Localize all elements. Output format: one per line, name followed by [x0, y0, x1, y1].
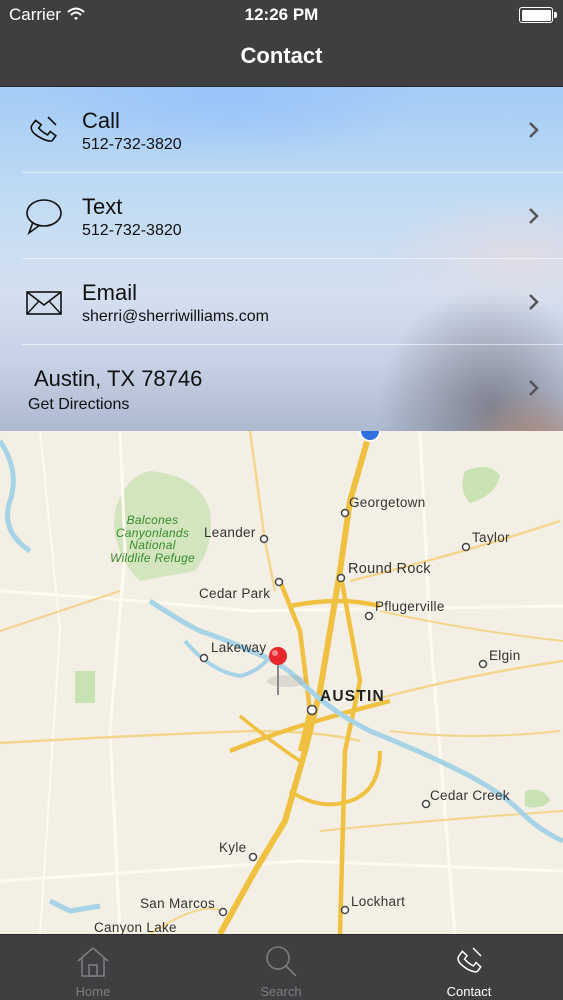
map-label-round-rock: Round Rock: [348, 561, 431, 577]
tab-search-label: Search: [260, 984, 302, 999]
map-label-balcones-refuge: Balcones Canyonlands National Wildlife R…: [109, 513, 196, 565]
map-label-georgetown: Georgetown: [349, 495, 426, 510]
map-label-leander: Leander: [204, 525, 256, 540]
directions-row[interactable]: Austin, TX 78746 Get Directions: [0, 345, 563, 431]
map-label-lakeway: Lakeway: [211, 640, 267, 655]
text-phone-number: 512-732-3820: [82, 222, 182, 239]
page-title: Contact: [240, 43, 323, 68]
get-directions-label: Get Directions: [28, 396, 130, 413]
chevron-right-icon: [527, 293, 541, 311]
email-address: sherri@sherriwilliams.com: [82, 308, 269, 325]
map-label-austin: AUSTIN: [320, 688, 385, 705]
chevron-right-icon: [527, 121, 541, 139]
tab-search[interactable]: Search: [211, 935, 351, 1000]
chat-bubble-icon: [24, 197, 64, 237]
phone-icon: [451, 943, 487, 979]
status-bar: Carrier 12:26 PM: [0, 0, 563, 30]
status-time: 12:26 PM: [244, 5, 319, 24]
map-label-san-marcos: San Marcos: [140, 896, 216, 911]
map-label-kyle: Kyle: [219, 840, 247, 855]
map-label-cedar-creek: Cedar Creek: [430, 788, 510, 803]
tab-home-label: Home: [75, 984, 111, 999]
map-label-pflugerville: Pflugerville: [375, 599, 445, 614]
map-label-canyon-lake: Canyon Lake: [94, 920, 177, 934]
battery-icon: [519, 7, 557, 23]
contact-panel: Call 512-732-3820 Text 512-732-3820 Emai…: [0, 87, 563, 431]
call-label: Call: [82, 108, 120, 133]
search-icon: [263, 943, 299, 979]
map-label-lockhart: Lockhart: [351, 894, 406, 909]
tab-contact[interactable]: Contact: [399, 935, 539, 1000]
call-row[interactable]: Call 512-732-3820: [0, 87, 563, 173]
navigation-bar: Contact: [0, 30, 563, 87]
address-label: Austin, TX 78746: [34, 366, 203, 391]
text-row[interactable]: Text 512-732-3820: [0, 173, 563, 259]
map-pin-icon[interactable]: [266, 645, 290, 702]
email-row[interactable]: Email sherri@sherriwilliams.com: [0, 259, 563, 345]
tab-bar: Home Search Contact: [0, 934, 563, 1000]
tab-contact-label: Contact: [446, 984, 492, 999]
home-icon: [75, 943, 111, 979]
chevron-right-icon: [527, 379, 541, 397]
map-label-taylor: Taylor: [472, 530, 510, 545]
phone-icon: [24, 111, 64, 151]
chevron-right-icon: [527, 207, 541, 225]
map-label-elgin: Elgin: [489, 648, 521, 663]
envelope-icon: [24, 283, 64, 323]
tab-home[interactable]: Home: [23, 935, 163, 1000]
email-label: Email: [82, 280, 138, 305]
call-phone-number: 512-732-3820: [82, 136, 182, 153]
map-label-cedar-park: Cedar Park: [199, 586, 271, 601]
text-label: Text: [82, 194, 123, 219]
